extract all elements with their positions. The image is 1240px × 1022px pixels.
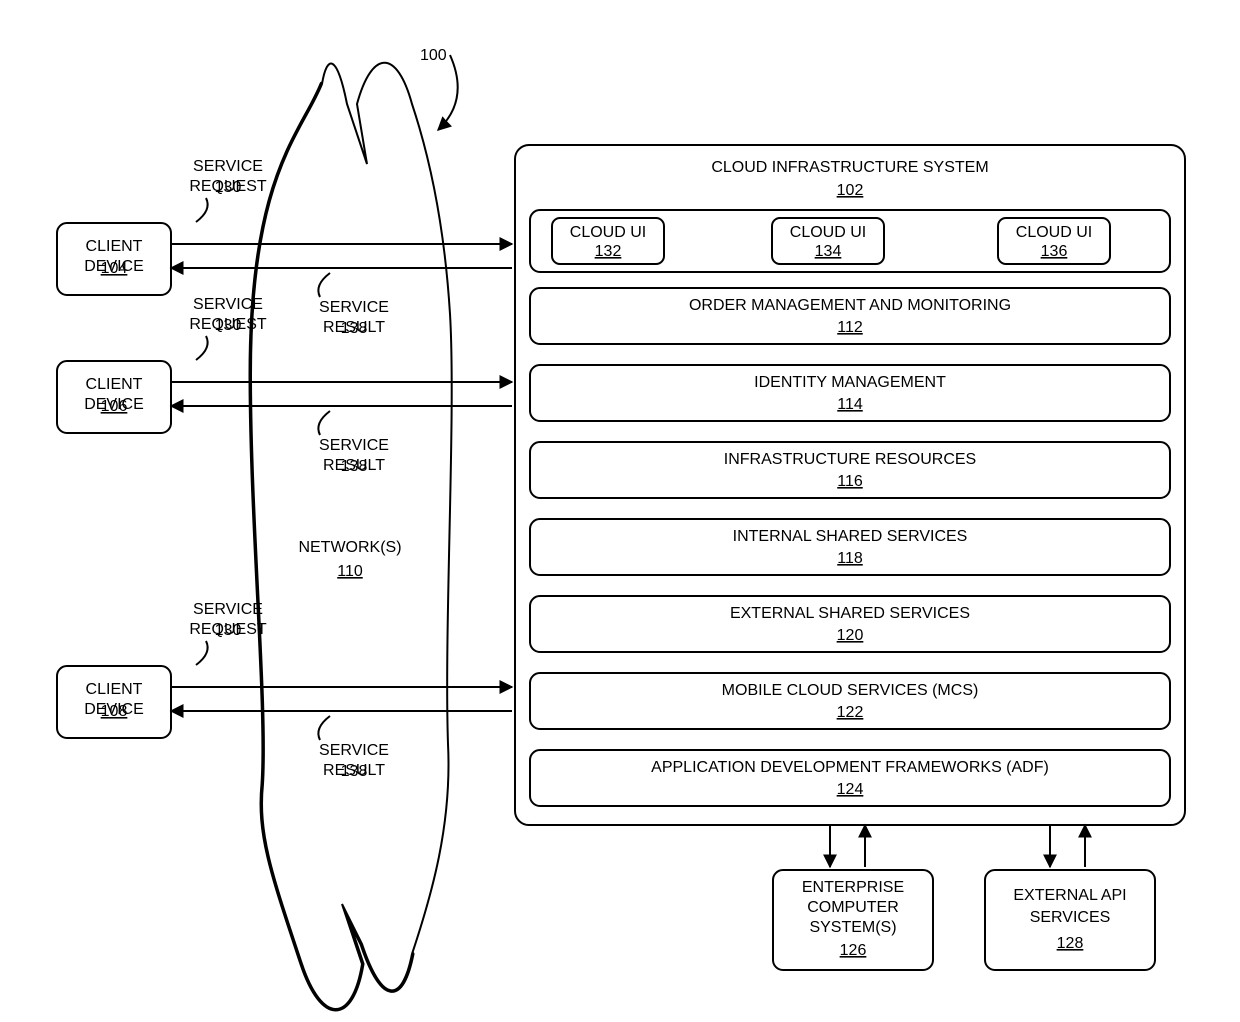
svg-text:ENTERPRISE: ENTERPRISE — [802, 879, 904, 896]
svg-text:138: 138 — [341, 763, 368, 780]
subsystem-3: INTERNAL SHARED SERVICES 118 — [530, 519, 1170, 575]
network-ref: 110 — [337, 563, 363, 580]
service-request-ref-2a: 130 — [215, 317, 242, 334]
svg-text:118: 118 — [837, 550, 863, 567]
cloud-title: CLOUD INFRASTRUCTURE SYSTEM — [711, 159, 988, 176]
svg-text:IDENTITY MANAGEMENT: IDENTITY MANAGEMENT — [754, 374, 946, 391]
arrows-external-api — [1050, 825, 1085, 867]
svg-text:SYSTEM(S): SYSTEM(S) — [809, 919, 896, 936]
svg-text:128: 128 — [1057, 935, 1084, 952]
svg-text:CLOUD UI: CLOUD UI — [1016, 224, 1092, 241]
svg-text:138: 138 — [341, 320, 368, 337]
subsystem-6: APPLICATION DEVELOPMENT FRAMEWORKS (ADF)… — [530, 750, 1170, 806]
svg-text:CLOUD UI: CLOUD UI — [790, 224, 866, 241]
svg-text:120: 120 — [837, 627, 864, 644]
overall-ref: 100 — [420, 47, 458, 130]
client-3-ref: 108 — [101, 703, 128, 720]
cloud-ui-2: CLOUD UI 134 — [772, 218, 884, 264]
svg-text:COMPUTER: COMPUTER — [807, 899, 899, 916]
enterprise-box: ENTERPRISE COMPUTER SYSTEM(S) 126 — [773, 870, 933, 970]
svg-text:134: 134 — [815, 243, 842, 260]
subsystem-5: MOBILE CLOUD SERVICES (MCS) 122 — [530, 673, 1170, 729]
cloud-ui-1: CLOUD UI 132 — [552, 218, 664, 264]
svg-text:INTERNAL SHARED SERVICES: INTERNAL SHARED SERVICES — [733, 528, 968, 545]
overall-ref-num: 100 — [420, 47, 447, 64]
svg-text:138: 138 — [341, 458, 368, 475]
svg-text:136: 136 — [1041, 243, 1068, 260]
svg-text:ORDER MANAGEMENT AND MONITORIN: ORDER MANAGEMENT AND MONITORING — [689, 297, 1011, 314]
subsystem-2: INFRASTRUCTURE RESOURCES 116 — [530, 442, 1170, 498]
subsystem-1: IDENTITY MANAGEMENT 114 — [530, 365, 1170, 421]
svg-text:116: 116 — [837, 473, 863, 490]
network-cloud: NETWORK(S) 110 — [251, 63, 452, 1009]
client-1-ref: 104 — [101, 260, 128, 277]
svg-text:122: 122 — [837, 704, 864, 721]
client-device-3: CLIENTDEVICE 108 SERVICEREQUEST 130 — [57, 601, 267, 738]
client-2-ref: 106 — [101, 398, 128, 415]
svg-text:EXTERNAL API: EXTERNAL API — [1013, 887, 1126, 904]
svg-text:124: 124 — [837, 781, 864, 798]
external-api-box: EXTERNAL API SERVICES 128 — [985, 870, 1155, 970]
service-request-ref-1a: 130 — [215, 179, 242, 196]
svg-text:EXTERNAL SHARED SERVICES: EXTERNAL SHARED SERVICES — [730, 605, 970, 622]
svg-text:APPLICATION DEVELOPMENT FRAMEW: APPLICATION DEVELOPMENT FRAMEWORKS (ADF) — [651, 759, 1049, 776]
service-request-ref-3a: 130 — [215, 622, 242, 639]
svg-text:CLOUD UI: CLOUD UI — [570, 224, 646, 241]
client-device-1: CLIENTDEVICE 104 SERVICEREQUEST 130 — [57, 158, 267, 295]
svg-text:126: 126 — [840, 942, 867, 959]
client-device-2: CLIENTDEVICE 106 SERVICEREQUEST 130 — [57, 296, 267, 433]
svg-text:SERVICES: SERVICES — [1030, 909, 1111, 926]
cloud-ref: 102 — [837, 182, 864, 199]
cloud-ui-3: CLOUD UI 136 — [998, 218, 1110, 264]
arrows-enterprise — [830, 825, 865, 867]
svg-text:MOBILE CLOUD SERVICES (MCS): MOBILE CLOUD SERVICES (MCS) — [722, 682, 979, 699]
svg-text:132: 132 — [595, 243, 622, 260]
svg-text:112: 112 — [837, 319, 863, 336]
svg-text:INFRASTRUCTURE RESOURCES: INFRASTRUCTURE RESOURCES — [724, 451, 976, 468]
svg-text:114: 114 — [837, 396, 863, 413]
network-label: NETWORK(S) — [298, 539, 401, 556]
subsystem-4: EXTERNAL SHARED SERVICES 120 — [530, 596, 1170, 652]
subsystem-0: ORDER MANAGEMENT AND MONITORING 112 — [530, 288, 1170, 344]
